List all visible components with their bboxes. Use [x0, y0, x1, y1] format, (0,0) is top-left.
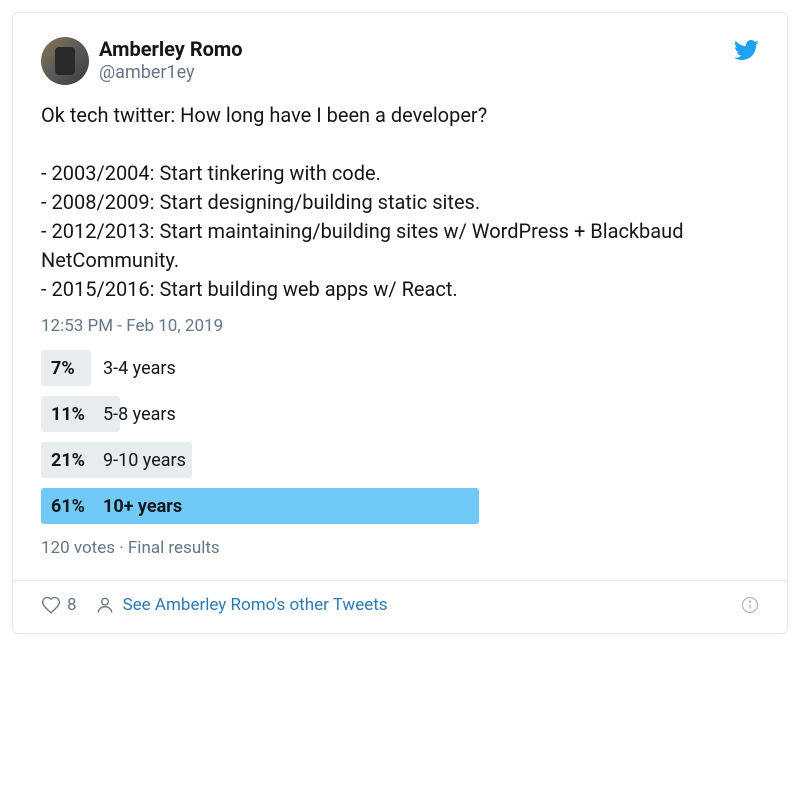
poll-pct: 11% — [51, 404, 93, 425]
poll-pct: 61% — [51, 496, 93, 517]
poll-option-content: 7% 3-4 years — [41, 358, 176, 379]
like-count: 8 — [67, 595, 77, 615]
poll-option: 11% 5-8 years — [41, 396, 759, 432]
tweet-text: Ok tech twitter: How long have I been a … — [41, 101, 759, 304]
footer-left: 8 See Amberley Romo's other Tweets — [41, 595, 388, 615]
poll-label: 5-8 years — [103, 404, 176, 425]
poll-label: 10+ years — [103, 496, 182, 517]
display-name: Amberley Romo — [99, 37, 733, 61]
poll-pct: 7% — [51, 358, 93, 379]
tweet-card: Amberley Romo @amber1ey Ok tech twitter:… — [12, 12, 788, 634]
like-button[interactable]: 8 — [41, 595, 77, 615]
poll-option: 7% 3-4 years — [41, 350, 759, 386]
poll-label: 9-10 years — [103, 450, 186, 471]
poll-option-content: 61% 10+ years — [41, 496, 182, 517]
tweet-header: Amberley Romo @amber1ey — [41, 37, 759, 85]
tweet-footer: 8 See Amberley Romo's other Tweets — [41, 595, 759, 615]
profile-icon — [95, 595, 115, 615]
see-other-tweets-link[interactable]: See Amberley Romo's other Tweets — [95, 595, 388, 615]
info-icon[interactable] — [741, 596, 759, 614]
poll-meta: 120 votes · Final results — [41, 538, 759, 558]
poll-option: 61% 10+ years — [41, 488, 759, 524]
avatar[interactable] — [41, 37, 89, 85]
user-handle: @amber1ey — [99, 61, 733, 84]
heart-icon — [41, 595, 61, 615]
tweet-timestamp[interactable]: 12:53 PM - Feb 10, 2019 — [41, 316, 759, 336]
poll: 7% 3-4 years 11% 5-8 years 21% 9-10 year… — [41, 350, 759, 524]
poll-option: 21% 9-10 years — [41, 442, 759, 478]
user-info[interactable]: Amberley Romo @amber1ey — [99, 37, 733, 84]
poll-option-content: 21% 9-10 years — [41, 450, 186, 471]
poll-label: 3-4 years — [103, 358, 176, 379]
twitter-logo-icon[interactable] — [733, 37, 759, 63]
divider — [13, 580, 787, 581]
poll-pct: 21% — [51, 450, 93, 471]
see-other-label: See Amberley Romo's other Tweets — [123, 595, 388, 615]
poll-option-content: 11% 5-8 years — [41, 404, 176, 425]
